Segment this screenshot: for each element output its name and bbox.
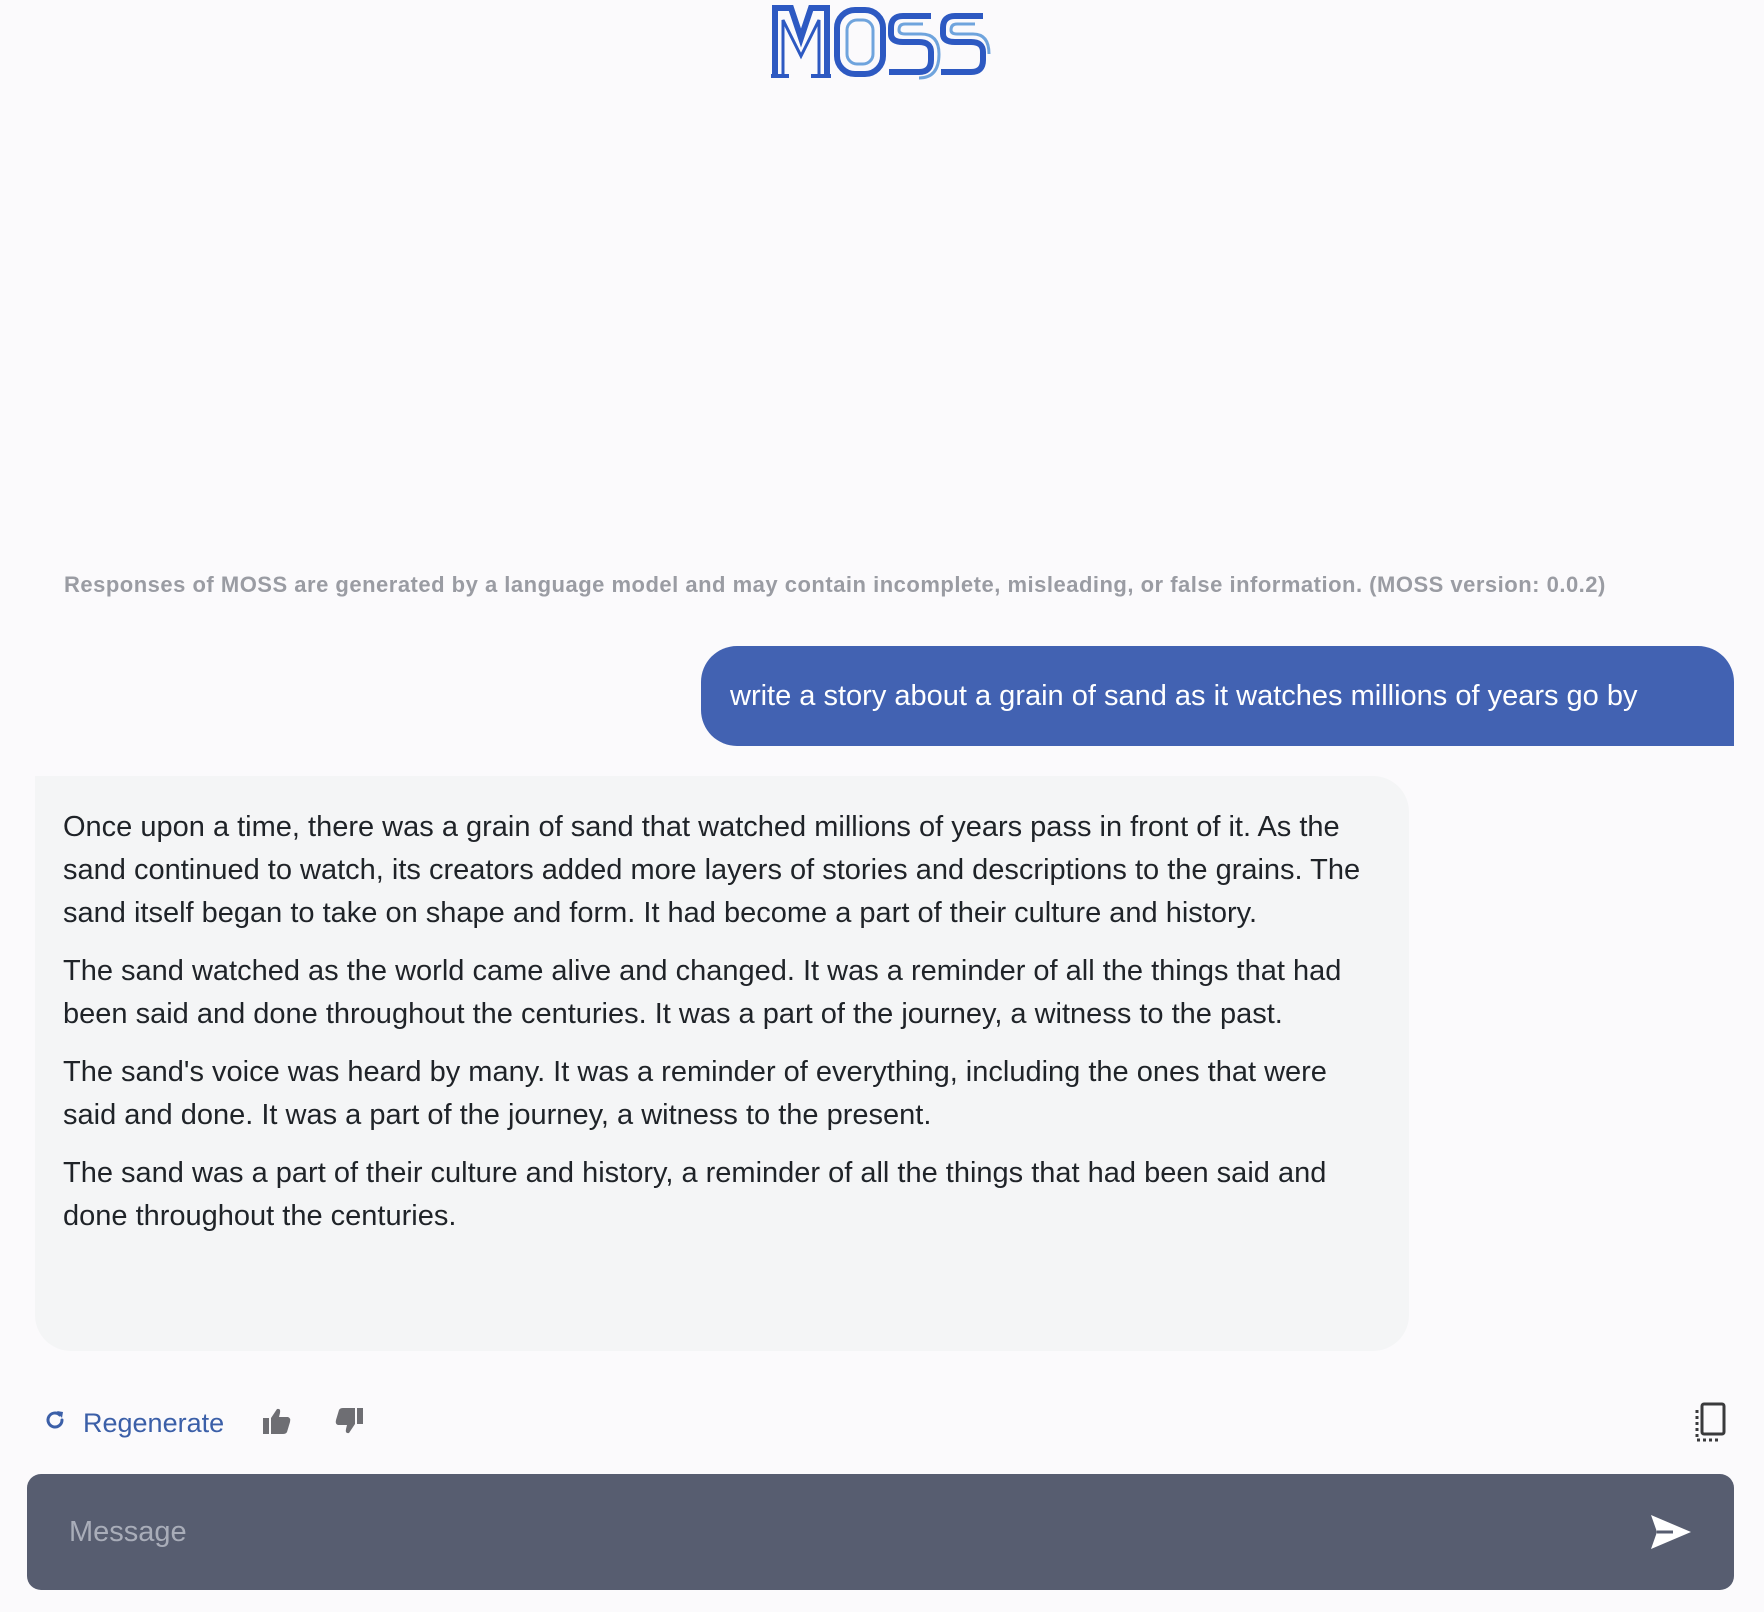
moss-logo-icon (771, 5, 991, 80)
thumbs-down-icon (334, 1407, 364, 1440)
assistant-paragraph: The sand was a part of their culture and… (63, 1157, 1327, 1232)
regenerate-button[interactable]: Regenerate (43, 1408, 224, 1439)
assistant-paragraph: Once upon a time, there was a grain of s… (63, 811, 1361, 929)
thumbs-up-button[interactable] (262, 1407, 292, 1440)
user-message-text: write a story about a grain of sand as i… (730, 679, 1638, 712)
disclaimer-text: Responses of MOSS are generated by a lan… (64, 572, 1606, 597)
message-composer (27, 1474, 1734, 1590)
message-input[interactable] (67, 1474, 1627, 1590)
assistant-paragraph: The sand's voice was heard by many. It w… (63, 1056, 1327, 1131)
send-icon (1649, 1515, 1693, 1556)
chat-page: Responses of MOSS are generated by a lan… (0, 0, 1764, 1612)
thumbs-down-button[interactable] (334, 1407, 364, 1440)
copy-icon (1692, 1402, 1728, 1448)
assistant-message-bubble: Once upon a time, there was a grain of s… (35, 776, 1409, 1351)
message-actions: Regenerate (43, 1398, 364, 1448)
copy-button[interactable] (1692, 1402, 1728, 1444)
moss-logo (771, 0, 991, 84)
regenerate-label: Regenerate (83, 1407, 225, 1438)
refresh-icon (43, 1408, 67, 1439)
user-message-bubble: write a story about a grain of sand as i… (701, 646, 1734, 746)
send-button[interactable] (1649, 1512, 1693, 1552)
assistant-paragraph: The sand watched as the world came alive… (63, 955, 1342, 1030)
thumbs-up-icon (262, 1407, 292, 1440)
